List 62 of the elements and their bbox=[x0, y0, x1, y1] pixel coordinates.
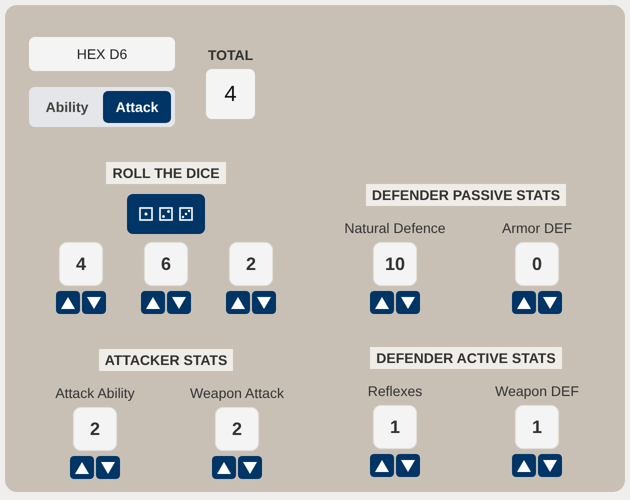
decrement-button[interactable] bbox=[82, 291, 106, 314]
down-triangle-icon bbox=[400, 296, 415, 308]
section-heading: DEFENDER ACTIVE STATS bbox=[370, 347, 562, 369]
stat-label: Weapon Attack bbox=[190, 385, 284, 401]
total-label: TOTAL bbox=[208, 47, 254, 63]
up-triangle-icon bbox=[375, 460, 389, 472]
stat-label: Reflexes bbox=[368, 383, 422, 399]
up-triangle-icon bbox=[517, 460, 531, 472]
increment-button[interactable] bbox=[212, 456, 236, 479]
stat-label: Attack Ability bbox=[55, 385, 135, 401]
up-triangle-icon bbox=[216, 462, 231, 474]
decrement-button[interactable] bbox=[167, 291, 191, 314]
total-value: 4 bbox=[206, 69, 255, 119]
up-triangle-icon bbox=[517, 296, 531, 308]
up-triangle-icon bbox=[374, 296, 389, 308]
app-title: HEX D6 bbox=[29, 37, 175, 71]
decrement-button[interactable] bbox=[96, 456, 120, 479]
value-field[interactable]: 2 bbox=[74, 408, 116, 450]
increment-button[interactable] bbox=[370, 454, 394, 477]
stat-label: Weapon DEF bbox=[495, 383, 579, 399]
down-triangle-icon bbox=[87, 296, 101, 308]
mode-tab[interactable]: Attack bbox=[103, 91, 171, 123]
down-triangle-icon bbox=[401, 460, 415, 472]
increment-button[interactable] bbox=[370, 291, 394, 314]
stat-label: Armor DEF bbox=[502, 220, 572, 236]
down-triangle-icon bbox=[101, 462, 115, 474]
section-heading: DEFENDER PASSIVE STATS bbox=[366, 184, 566, 206]
dice-icon bbox=[139, 207, 193, 221]
increment-button[interactable] bbox=[512, 454, 536, 477]
value-field[interactable]: 0 bbox=[516, 243, 558, 285]
value-field[interactable]: 10 bbox=[374, 243, 416, 285]
up-triangle-icon bbox=[61, 296, 75, 308]
increment-button[interactable] bbox=[226, 291, 250, 314]
increment-button[interactable] bbox=[56, 291, 80, 314]
decrement-button[interactable] bbox=[238, 456, 262, 479]
up-triangle-icon bbox=[146, 296, 160, 308]
increment-button[interactable] bbox=[512, 291, 536, 314]
down-triangle-icon bbox=[242, 462, 257, 474]
value-field[interactable]: 1 bbox=[374, 406, 416, 448]
increment-button[interactable] bbox=[70, 456, 94, 479]
decrement-button[interactable] bbox=[538, 454, 562, 477]
die-value-field[interactable]: 2 bbox=[230, 243, 272, 285]
value-field[interactable]: 1 bbox=[516, 406, 558, 448]
decrement-button[interactable] bbox=[396, 291, 420, 314]
section-heading: ATTACKER STATS bbox=[98, 349, 234, 371]
down-triangle-icon bbox=[543, 296, 557, 308]
down-triangle-icon bbox=[543, 460, 557, 472]
stat-label: Natural Defence bbox=[344, 220, 446, 236]
decrement-button[interactable] bbox=[252, 291, 276, 314]
up-triangle-icon bbox=[75, 462, 89, 474]
up-triangle-icon bbox=[231, 296, 245, 308]
decrement-button[interactable] bbox=[538, 291, 562, 314]
section-heading: ROLL THE DICE bbox=[106, 162, 226, 184]
decrement-button[interactable] bbox=[396, 454, 420, 477]
down-triangle-icon bbox=[172, 296, 186, 308]
die-value-field[interactable]: 4 bbox=[60, 243, 102, 285]
value-field[interactable]: 2 bbox=[216, 408, 258, 450]
roll-dice-button[interactable] bbox=[127, 194, 205, 234]
die-value-field[interactable]: 6 bbox=[145, 243, 187, 285]
down-triangle-icon bbox=[257, 296, 271, 308]
mode-tab[interactable]: Ability bbox=[33, 91, 101, 123]
increment-button[interactable] bbox=[141, 291, 165, 314]
